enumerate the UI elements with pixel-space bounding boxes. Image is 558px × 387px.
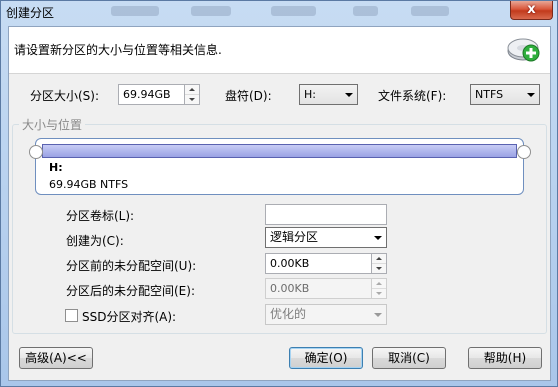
ok-button[interactable]: 确定(O): [289, 347, 363, 369]
dialog-body: 请设置新分区的大小与位置等相关信息. 分区大小(S): 69.94GB 盘符(D…: [8, 26, 551, 381]
ssd-align-value: 优化的: [270, 307, 307, 321]
volume-label-label: 分区卷标(L):: [66, 209, 135, 223]
chevron-down-icon: [376, 292, 382, 295]
chevron-down-icon: [345, 93, 353, 97]
left-resize-handle[interactable]: [29, 145, 43, 159]
chevron-up-icon: [376, 282, 382, 285]
advanced-button[interactable]: 高级(A)<<: [19, 347, 93, 369]
title-blur: [111, 6, 159, 16]
title-blur: [411, 6, 449, 16]
title-blur: [191, 6, 231, 16]
drive-letter-label: 盘符(D):: [225, 89, 272, 103]
partition-name: H:: [49, 161, 63, 174]
chevron-down-icon: [374, 236, 382, 240]
disk-add-icon: [507, 38, 540, 62]
ssd-align-select[interactable]: 优化的: [265, 304, 387, 325]
title-bar: 创建分区 x: [1, 1, 557, 23]
free-after-label: 分区后的未分配空间(E):: [66, 284, 195, 298]
free-after-up-button[interactable]: [372, 279, 386, 289]
volume-label-input[interactable]: [265, 204, 387, 225]
ssd-align-checkbox[interactable]: [65, 309, 78, 322]
free-after-down-button[interactable]: [372, 289, 386, 299]
size-up-button[interactable]: [185, 85, 199, 95]
create-as-label: 创建为(C):: [66, 234, 124, 248]
help-button[interactable]: 帮助(H): [468, 347, 542, 369]
free-before-spinner[interactable]: [372, 253, 387, 274]
create-as-select[interactable]: 逻辑分区: [265, 227, 387, 248]
free-before-up-button[interactable]: [372, 254, 386, 264]
partition-detail: 69.94GB NTFS: [49, 178, 129, 191]
create-as-value: 逻辑分区: [270, 230, 319, 244]
free-before-input[interactable]: 0.00KB: [265, 253, 372, 274]
size-label: 分区大小(S):: [30, 89, 100, 103]
ssd-align-label: SSD分区对齐(A):: [82, 310, 177, 324]
filesystem-select[interactable]: NTFS: [470, 84, 540, 105]
close-icon: x: [527, 2, 536, 17]
title-blur: [271, 6, 316, 16]
drive-letter-value: H:: [304, 88, 316, 101]
filesystem-label: 文件系统(F):: [378, 89, 447, 103]
size-down-button[interactable]: [185, 95, 199, 105]
window-title: 创建分区: [6, 6, 55, 20]
chevron-down-icon: [189, 98, 195, 101]
size-spinner[interactable]: [185, 84, 200, 105]
drive-letter-select[interactable]: H:: [299, 84, 358, 105]
free-before-label: 分区前的未分配空间(U):: [66, 259, 197, 273]
title-blur: [353, 6, 378, 16]
chevron-up-icon: [189, 88, 195, 91]
right-resize-handle[interactable]: [517, 145, 531, 159]
create-partition-dialog: 创建分区 x 请设置新分区的大小与位置等相关信息. 分区大小(S): 69.94…: [0, 0, 558, 387]
chevron-down-icon: [374, 313, 382, 317]
size-input[interactable]: 69.94GB: [118, 84, 185, 105]
free-after-spinner[interactable]: [372, 278, 387, 299]
cancel-button[interactable]: 取消(C): [372, 347, 446, 369]
group-title: 大小与位置: [19, 116, 86, 133]
partition-bar[interactable]: [42, 144, 517, 158]
chevron-down-icon: [376, 267, 382, 270]
close-button[interactable]: x: [510, 1, 553, 20]
free-before-down-button[interactable]: [372, 264, 386, 274]
header-text: 请设置新分区的大小与位置等相关信息.: [14, 43, 222, 57]
dialog-header: 请设置新分区的大小与位置等相关信息.: [9, 27, 550, 74]
chevron-down-icon: [527, 93, 535, 97]
chevron-up-icon: [376, 257, 382, 260]
free-after-input[interactable]: 0.00KB: [265, 278, 372, 299]
filesystem-value: NTFS: [475, 88, 504, 101]
